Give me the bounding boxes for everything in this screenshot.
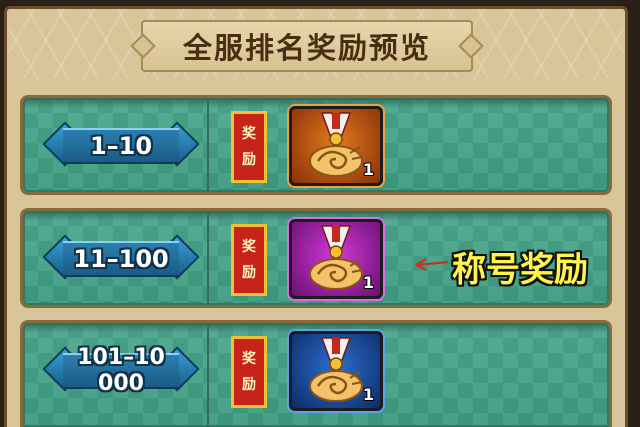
arrow-left-icon — [415, 258, 449, 271]
rank-badge: 101–10 000 — [42, 343, 200, 399]
reward-item-slot[interactable]: 1 — [289, 331, 383, 411]
reward-row: 1–10 奖 励 1 — [20, 95, 612, 195]
reward-tag: 奖 励 — [231, 111, 267, 183]
title-reward-annotation: 称号奖励 — [414, 238, 614, 298]
rank-range-text: 11–100 — [73, 245, 169, 273]
game-screen: 全服排名奖励预览 1–10 奖 励 1 11–100 奖 励 1 101–10 … — [0, 0, 640, 427]
item-count: 1 — [362, 385, 374, 404]
row-divider — [207, 98, 209, 192]
reward-item-slot[interactable]: 1 — [289, 219, 383, 299]
row-divider — [207, 211, 209, 305]
reward-row: 101–10 000 奖 励 1 — [20, 320, 612, 427]
item-count: 1 — [362, 273, 374, 292]
item-count: 1 — [362, 160, 374, 179]
reward-tag: 奖 励 — [231, 336, 267, 408]
page-title: 全服排名奖励预览 — [182, 31, 431, 65]
annotation-text: 称号奖励 — [452, 250, 588, 290]
rank-badge: 1–10 — [42, 121, 200, 168]
rank-badge: 11–100 — [42, 234, 200, 281]
reward-item-slot[interactable]: 1 — [289, 106, 383, 186]
row-divider — [207, 323, 209, 427]
rank-range-text: 1–10 — [89, 132, 153, 160]
rank-range-text: 101–10 000 — [77, 345, 165, 396]
reward-tag: 奖 励 — [231, 224, 267, 296]
title-bar: 全服排名奖励预览 — [141, 20, 473, 72]
